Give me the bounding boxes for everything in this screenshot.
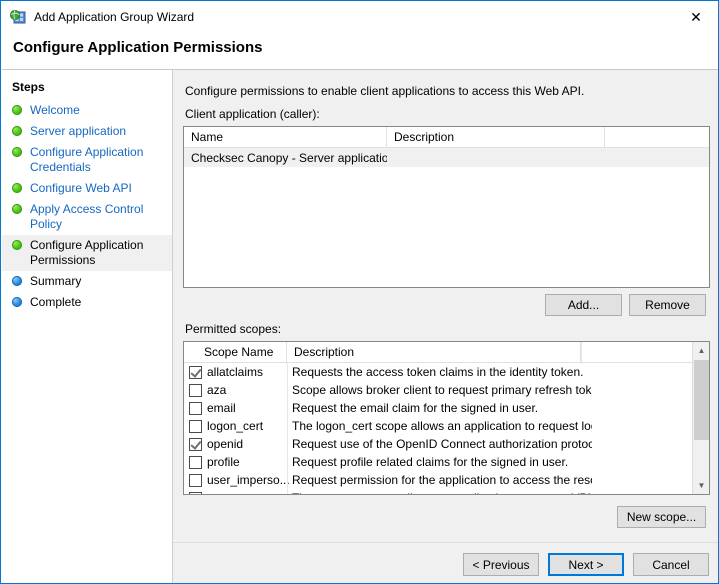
title-bar: Add Application Group Wizard ✕ [2,2,718,32]
step-status-icon [12,276,22,286]
column-header-scope-blank[interactable] [581,342,691,362]
sidebar-item-welcome[interactable]: Welcome [2,100,172,121]
list-item[interactable]: logon_cert The logon_cert scope allows a… [184,417,709,435]
step-status-icon [12,147,22,157]
scope-description: Scope allows broker client to request pr… [292,383,592,397]
permitted-scopes-label: Permitted scopes: [185,322,282,336]
client-list-header: Name Description [184,127,709,148]
window-title: Add Application Group Wizard [34,10,195,24]
step-status-icon [12,297,22,307]
scope-name: vpn_cert [207,491,292,494]
footer-bar: < Previous Next > Cancel [173,542,718,583]
scope-description: Request use of the OpenID Connect author… [292,437,592,451]
main-content: Configure permissions to enable client a… [173,70,718,542]
table-row[interactable]: Checksec Canopy - Server application [184,148,709,167]
scope-name: logon_cert [207,419,264,433]
scope-checkbox[interactable] [189,419,202,433]
scope-name: allatclaims [207,365,264,379]
page-title: Configure Application Permissions [13,39,263,56]
column-header-name[interactable]: Name [184,127,387,147]
list-item[interactable]: allatclaims Requests the access token cl… [184,363,709,381]
list-item[interactable]: openid Request use of the OpenID Connect… [184,435,709,453]
scope-rows: allatclaims Requests the access token cl… [184,363,709,494]
sidebar-item-label: Complete [30,295,82,309]
scroll-up-icon[interactable]: ▲ [693,342,709,359]
scope-name: openid [207,437,244,451]
sidebar-item-configure-application-credentials[interactable]: Configure Application Credentials [2,142,172,178]
column-header-scope-description[interactable]: Description [287,342,581,362]
scope-checkbox[interactable] [189,455,202,469]
column-separator [287,363,288,494]
scope-name: email [207,401,236,415]
scope-description: Request permission for the application t… [292,473,592,487]
wizard-window: Add Application Group Wizard ✕ Configure… [0,0,719,584]
scope-description: Request the email claim for the signed i… [292,401,539,415]
scope-description: Requests the access token claims in the … [292,365,584,379]
scopes-list-header: Scope Name Description [184,342,709,363]
sidebar-item-label: Configure Web API [30,181,132,195]
step-status-icon [12,183,22,193]
scope-description: Request profile related claims for the s… [292,455,569,469]
close-icon[interactable]: ✕ [673,2,718,32]
scope-checkbox[interactable] [189,491,202,494]
sidebar-item-label: Configure Application Credentials [30,145,144,174]
column-header-blank[interactable] [605,127,709,147]
scope-checkbox[interactable] [189,401,202,415]
cancel-button[interactable]: Cancel [633,553,709,576]
scroll-down-icon[interactable]: ▼ [693,477,709,494]
sidebar-item-label: Apply Access Control Policy [30,202,144,231]
intro-text: Configure permissions to enable client a… [185,84,585,98]
column-header-scope-name[interactable]: Scope Name [184,342,287,362]
next-button[interactable]: Next > [548,553,624,576]
scope-checkbox[interactable] [189,437,202,451]
sidebar-item-complete[interactable]: Complete [2,292,172,313]
sidebar-item-configure-application-permissions[interactable]: Configure Application Permissions [2,235,172,271]
scrollbar-thumb[interactable] [694,360,709,440]
sidebar-item-label: Welcome [30,103,80,117]
list-item[interactable]: email Request the email claim for the si… [184,399,709,417]
sidebar-item-apply-access-control-policy[interactable]: Apply Access Control Policy [2,199,172,235]
permitted-scopes-list[interactable]: Scope Name Description allatclaims Reque… [183,341,710,495]
scope-description: The logon_cert scope allows an applicati… [292,419,592,433]
previous-button[interactable]: < Previous [463,553,539,576]
remove-button[interactable]: Remove [629,294,706,316]
steps-heading: Steps [12,80,45,94]
scope-checkbox[interactable] [189,473,202,487]
sidebar-item-label: Summary [30,274,82,288]
column-separator [581,342,582,364]
scopes-scrollbar[interactable]: ▲ ▼ [692,342,709,494]
add-button[interactable]: Add... [545,294,622,316]
new-scope-button[interactable]: New scope... [617,506,706,528]
sidebar-item-summary[interactable]: Summary [2,271,172,292]
list-item[interactable]: aza Scope allows broker client to reques… [184,381,709,399]
sidebar-item-configure-web-api[interactable]: Configure Web API [2,178,172,199]
application-group-icon [10,9,26,25]
sidebar-item-label: Server application [30,124,127,138]
client-application-label: Client application (caller): [185,107,320,121]
step-status-icon [12,126,22,136]
step-status-icon [12,105,22,115]
list-item[interactable]: profile Request profile related claims f… [184,453,709,471]
step-status-icon [12,240,22,250]
list-item[interactable]: vpn_cert The vpn_cert scope allows an ap… [184,489,709,494]
scope-name: profile [207,455,240,469]
list-item[interactable]: user_imperso... Request permission for t… [184,471,709,489]
column-header-description[interactable]: Description [387,127,605,147]
scope-name: aza [207,383,227,397]
scope-checkbox[interactable] [189,365,202,379]
client-name-cell: Checksec Canopy - Server application [191,150,387,165]
scope-name: user_imperso... [207,473,290,487]
scope-checkbox[interactable] [189,383,202,397]
sidebar-item-label: Configure Application Permissions [30,238,144,267]
scope-description: The vpn_cert scope allows an application… [292,491,592,494]
step-status-icon [12,204,22,214]
steps-sidebar: Steps Welcome Server application Configu… [2,70,173,583]
sidebar-item-server-application[interactable]: Server application [2,121,172,142]
client-application-list[interactable]: Name Description Checksec Canopy - Serve… [183,126,710,288]
